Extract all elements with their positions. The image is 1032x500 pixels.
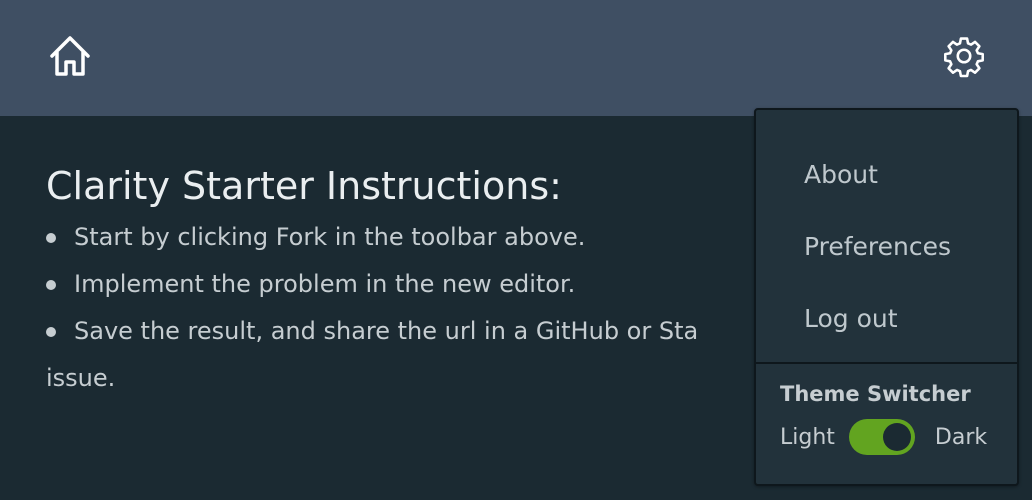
list-item-text: Save the result, and share the url in a … (74, 317, 699, 345)
toggle-label-dark: Dark (934, 424, 988, 450)
home-button[interactable] (44, 30, 96, 82)
toggle-knob (882, 423, 911, 451)
settings-dropdown: About Preferences Log out Theme Switcher… (754, 108, 1019, 486)
instructions-list: Start by clicking Fork in the toolbar ab… (46, 214, 806, 402)
menu-item-preferences[interactable]: Preferences (756, 216, 1017, 276)
settings-button[interactable] (940, 32, 988, 80)
list-item: Start by clicking Fork in the toolbar ab… (46, 214, 806, 261)
theme-switcher-header: Theme Switcher (780, 382, 971, 406)
app-header (0, 0, 1032, 116)
menu-item-logout[interactable]: Log out (756, 288, 1017, 348)
list-item-continuation: issue. (46, 364, 116, 392)
list-item: Save the result, and share the url in a … (46, 308, 806, 402)
home-icon (50, 36, 90, 76)
page-title: Clarity Starter Instructions: (46, 164, 562, 208)
gear-icon (944, 37, 984, 78)
menu-divider (756, 362, 1017, 364)
list-item: Implement the problem in the new editor. (46, 261, 806, 308)
toggle-label-light: Light (780, 424, 835, 450)
menu-item-about[interactable]: About (756, 144, 1017, 204)
theme-toggle[interactable] (848, 419, 915, 455)
theme-toggle-row: Light Dark (780, 418, 987, 456)
